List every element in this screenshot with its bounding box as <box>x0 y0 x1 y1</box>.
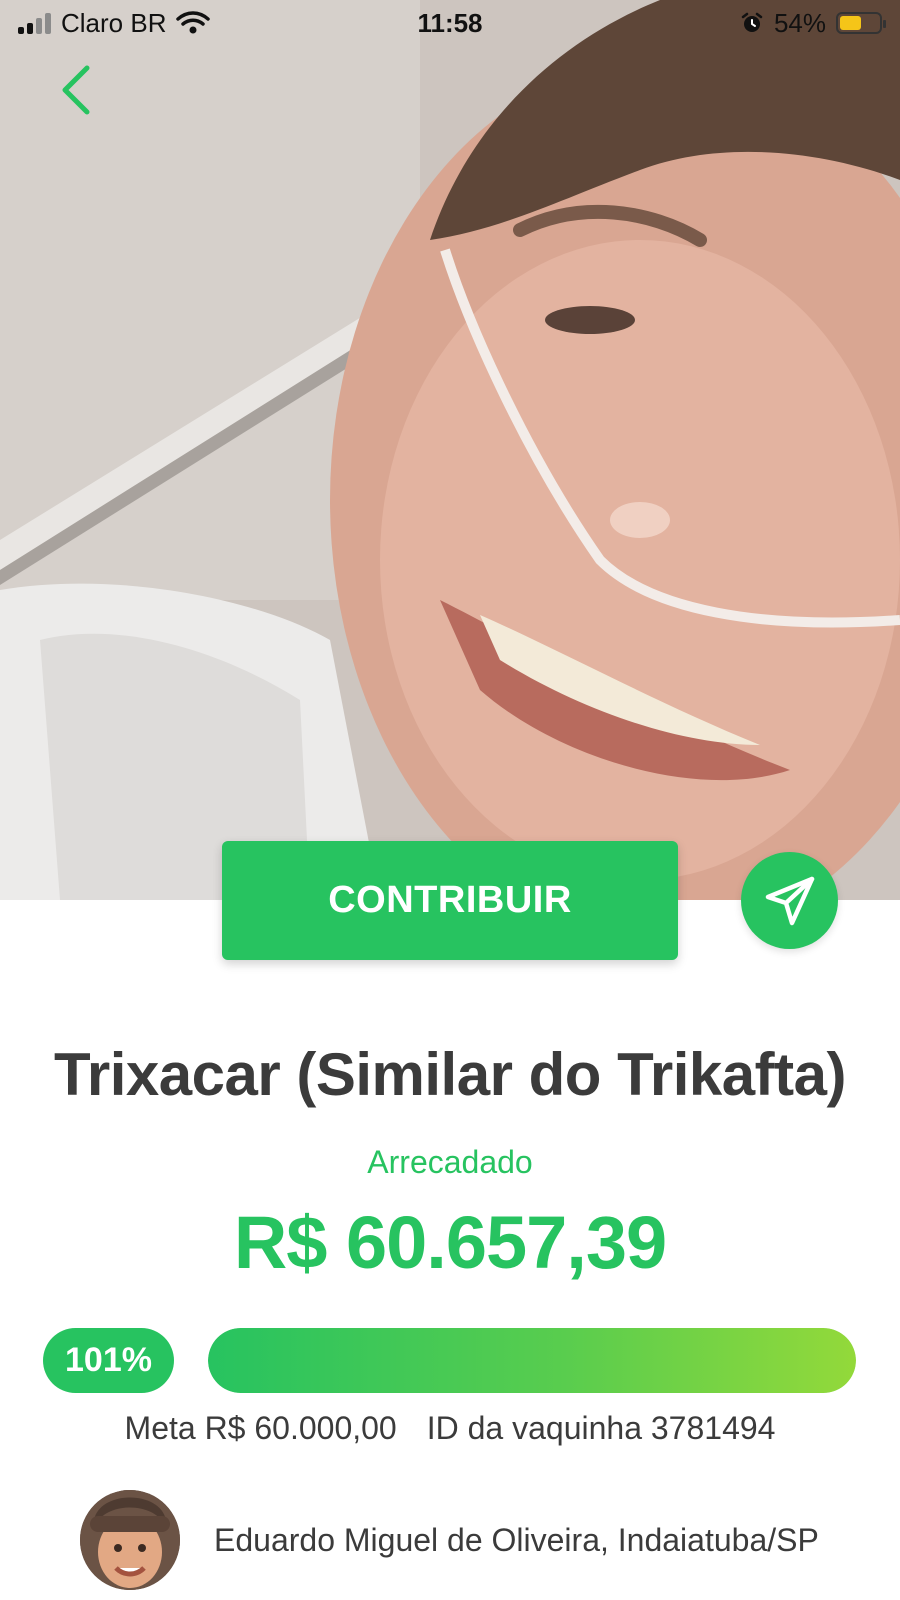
progress-bar <box>208 1328 856 1393</box>
battery-percent: 54% <box>773 7 826 38</box>
campaign-title: Trixacar (Similar do Trikafta) <box>54 1041 846 1108</box>
percent-badge: 101% <box>43 1328 174 1393</box>
status-left: Claro BR <box>18 7 211 39</box>
carrier-name: Claro BR <box>61 7 167 38</box>
signal-icon <box>18 12 51 34</box>
progress-fill <box>208 1328 856 1393</box>
battery-level <box>840 16 861 30</box>
back-button[interactable] <box>52 62 100 118</box>
creator-name-location: Eduardo Miguel de Oliveira, Indaiatuba/S… <box>214 1521 819 1558</box>
raised-amount: R$ 60.657,39 <box>233 1201 667 1284</box>
campaign-photo <box>0 0 900 900</box>
goal-text: Meta R$ 60.000,00 <box>124 1410 397 1446</box>
chevron-left-icon <box>62 65 90 115</box>
campaign-photo-illustration <box>0 0 900 900</box>
creator-avatar[interactable] <box>80 1490 180 1590</box>
alarm-icon <box>741 12 763 32</box>
campaign-meta: Meta R$ 60.000,00 ID da vaquinha 3781494 <box>0 1410 900 1447</box>
wifi-icon <box>176 11 211 34</box>
battery-icon <box>836 12 886 34</box>
status-bar: Claro BR 11:58 54% <box>0 0 900 46</box>
campaign-id-text: ID da vaquinha 3781494 <box>426 1410 776 1446</box>
paper-plane-icon <box>765 876 814 925</box>
raised-label: Arrecadado <box>367 1144 533 1180</box>
status-right: 54% <box>740 7 886 39</box>
contribute-button[interactable]: CONTRIBUIR <box>222 841 678 960</box>
avatar-image <box>80 1490 180 1590</box>
share-button[interactable] <box>741 852 838 949</box>
creator-row[interactable]: Eduardo Miguel de Oliveira, Indaiatuba/S… <box>80 1490 819 1590</box>
